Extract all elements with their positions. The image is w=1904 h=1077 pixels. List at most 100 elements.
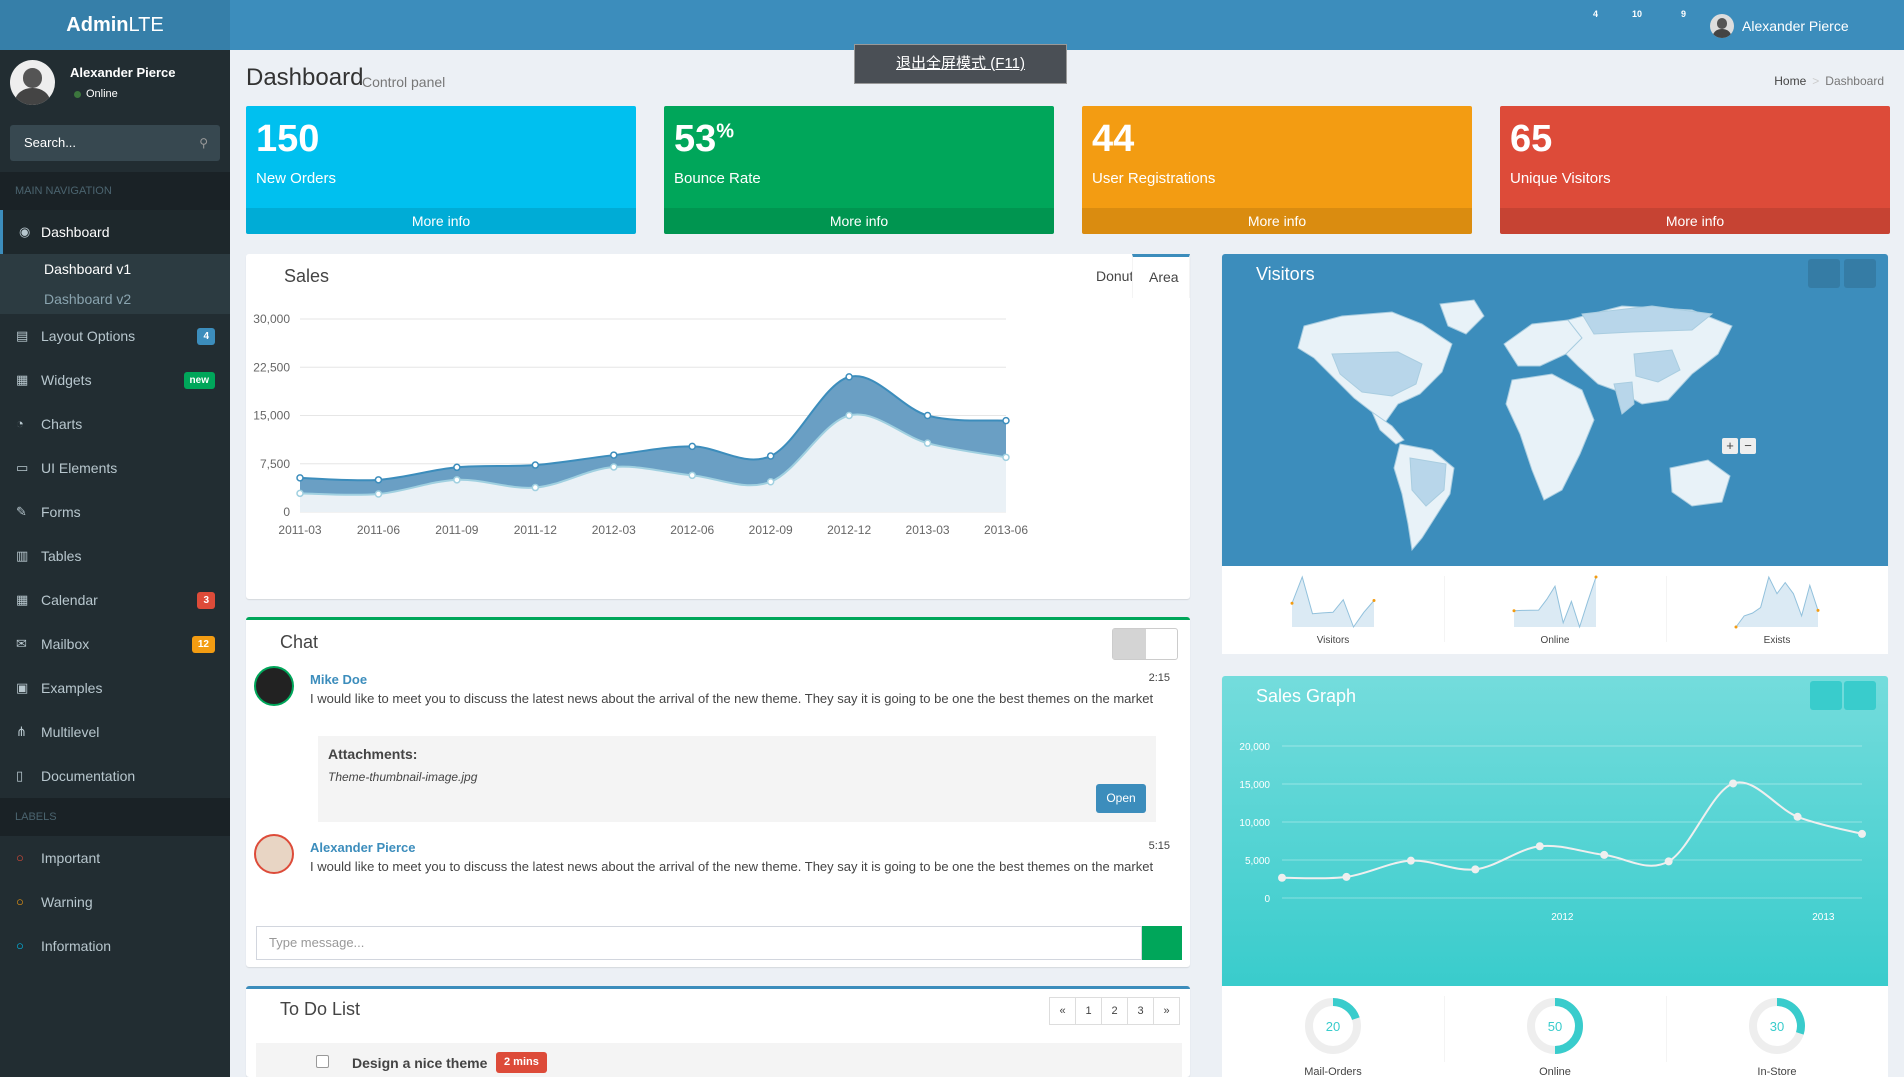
series-1-point[interactable] (766, 452, 775, 460)
sidebar-item-layout-options[interactable]: ▤ Layout Options 4 (0, 314, 230, 358)
knob-chart[interactable]: 20 (1222, 986, 1444, 1064)
sidebar-item-forms[interactable]: ✎ Forms (0, 490, 230, 534)
logo[interactable]: AdminLTE (0, 0, 230, 50)
knob-chart[interactable]: 50 (1444, 986, 1666, 1064)
more-info-link[interactable]: More info (246, 208, 636, 234)
sidebar-item-dashboard[interactable]: ◉ Dashboard (0, 210, 230, 254)
map-europe (1503, 319, 1583, 367)
y-tick-label: 30,000 (253, 312, 290, 326)
sidebar-subitem-label: Dashboard v1 (44, 261, 132, 277)
pager-page-2[interactable]: 2 (1101, 997, 1128, 1025)
fullscreen-exit-tip[interactable]: 退出全屏模式 (F11) (854, 44, 1067, 84)
chat-send-button[interactable] (1142, 926, 1182, 960)
breadcrumb-home[interactable]: Home (1774, 74, 1806, 88)
message-author[interactable]: Alexander Pierce (310, 840, 416, 855)
sparkline-start-point (1290, 601, 1294, 605)
sales-point[interactable] (1793, 812, 1802, 821)
sales-point[interactable] (1406, 856, 1415, 865)
breadcrumb: Home > Dashboard (1774, 74, 1884, 88)
sidebar-label-warning[interactable]: ○ Warning (0, 880, 230, 924)
search-placeholder: Search... (24, 135, 77, 150)
zoom-in-button[interactable]: + (1722, 438, 1738, 454)
widgets-badge: new (183, 372, 215, 389)
sales-point[interactable] (1600, 850, 1609, 859)
knob-value: 20 (1326, 1019, 1340, 1034)
chat-message-input[interactable]: Type message... (256, 926, 1142, 960)
sidebar-label-important[interactable]: ○ Important (0, 836, 230, 880)
todo-checkbox[interactable] (316, 1055, 329, 1068)
sales-point[interactable] (1342, 872, 1351, 881)
series-2-point[interactable] (923, 439, 932, 447)
series-2-point[interactable] (374, 490, 383, 498)
series-2-point[interactable] (766, 478, 775, 486)
search-icon[interactable]: ⚲ (199, 125, 208, 161)
more-info-link[interactable]: More info (1082, 208, 1472, 234)
series-2-point[interactable] (845, 411, 853, 420)
series-2-point[interactable] (1002, 453, 1010, 462)
tasks-badge[interactable]: 9 (1678, 8, 1689, 21)
stat-box-user-registrations: 44 User Registrations More info (1082, 106, 1472, 234)
sales-point[interactable] (1471, 865, 1480, 874)
series-1-point[interactable] (296, 474, 304, 482)
visitors-sparklines: Visitors Online Exists (1222, 566, 1888, 654)
sidebar-search-input[interactable]: Search... ⚲ (10, 125, 220, 161)
series-2-point[interactable] (296, 489, 304, 498)
pager-next[interactable]: » (1153, 997, 1180, 1025)
sidebar-item-tables[interactable]: ▥ Tables (0, 534, 230, 578)
series-2-point[interactable] (531, 483, 540, 492)
page-subtitle: Control panel (362, 74, 446, 90)
sidebar-item-multilevel[interactable]: ⋔ Multilevel (0, 710, 230, 754)
series-1-point[interactable] (923, 411, 932, 420)
series-1-point[interactable] (374, 476, 383, 484)
sidebar-item-ui-elements[interactable]: ▭ UI Elements (0, 446, 230, 490)
pager-page-1[interactable]: 1 (1075, 997, 1102, 1025)
series-1-point[interactable] (453, 463, 461, 472)
sales-point[interactable] (1729, 779, 1738, 788)
zoom-out-button[interactable]: − (1740, 438, 1756, 454)
remove-button[interactable] (1844, 681, 1876, 710)
sales-box: Sales Donut Area 0 7,500 15,000 22,500 30,00… (246, 254, 1190, 599)
series-1-point[interactable] (610, 451, 618, 459)
chat-status-toggle[interactable] (1112, 628, 1178, 660)
user-menu[interactable]: Alexander Pierce (1710, 14, 1849, 38)
sidebar-item-label: Important (41, 850, 101, 866)
knob-chart[interactable]: 30 (1666, 986, 1888, 1064)
series-2-point[interactable] (453, 476, 461, 484)
tab-area[interactable]: Area (1132, 254, 1190, 298)
more-info-link[interactable]: More info (664, 208, 1054, 234)
world-map[interactable] (1222, 254, 1888, 566)
knob-value: 30 (1770, 1019, 1784, 1034)
series-1-point[interactable] (1002, 416, 1010, 425)
notifications-badge[interactable]: 10 (1629, 8, 1645, 21)
sidebar-item-calendar[interactable]: ▦ Calendar 3 (0, 578, 230, 622)
sidebar-item-documentation[interactable]: ▯ Documentation (0, 754, 230, 798)
series-2-point[interactable] (688, 471, 696, 480)
sales-point[interactable] (1535, 842, 1544, 851)
message-author[interactable]: Mike Doe (310, 672, 367, 687)
attachment: Attachments: Theme-thumbnail-image.jpg O… (318, 736, 1156, 822)
pie-chart-icon: ◔ (16, 416, 24, 431)
sales-point[interactable] (1858, 829, 1866, 838)
sidebar-subitem-dashboard-v2[interactable]: Dashboard v2 (0, 284, 230, 314)
sidebar-item-examples[interactable]: ▣ Examples (0, 666, 230, 710)
sales-point[interactable] (1664, 857, 1673, 866)
series-1-point[interactable] (845, 373, 853, 381)
sidebar-item-charts[interactable]: ◔ Charts (0, 402, 230, 446)
sidebar-item-mailbox[interactable]: ✉ Mailbox 12 (0, 622, 230, 666)
messages-badge[interactable]: 4 (1590, 8, 1601, 21)
pager-page-3[interactable]: 3 (1127, 997, 1154, 1025)
pager-prev[interactable]: « (1049, 997, 1076, 1025)
open-attachment-button[interactable]: Open (1096, 784, 1146, 813)
sidebar-label-information[interactable]: ○ Information (0, 924, 230, 968)
table-icon: ▥ (16, 548, 29, 563)
sidebar-item-widgets[interactable]: ▦ Widgets new (0, 358, 230, 402)
attachment-filename[interactable]: Theme-thumbnail-image.jpg (328, 770, 477, 784)
collapse-button[interactable] (1810, 681, 1842, 710)
more-info-link[interactable]: More info (1500, 208, 1890, 234)
series-2-point[interactable] (610, 463, 618, 471)
y-tick-label: 22,500 (253, 360, 290, 374)
series-1-point[interactable] (531, 461, 540, 469)
sidebar-subitem-dashboard-v1[interactable]: Dashboard v1 (0, 254, 230, 284)
series-1-point[interactable] (688, 442, 696, 451)
sales-point[interactable] (1278, 873, 1286, 882)
